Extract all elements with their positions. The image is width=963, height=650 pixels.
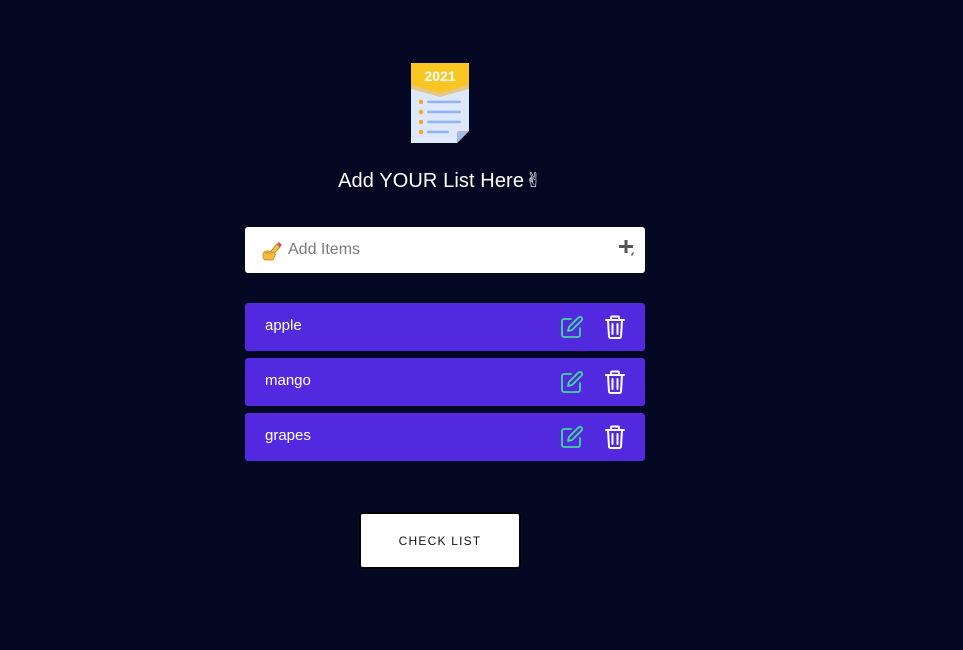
trash-icon[interactable] [604, 425, 626, 449]
plus-icon[interactable] [618, 240, 636, 260]
writing-hand-icon [262, 239, 284, 261]
add-item-input[interactable] [288, 235, 588, 265]
todo-app: 2021 Add YOUR List Here✌ ap [0, 0, 963, 650]
check-list-button[interactable]: CHECK LIST [359, 512, 521, 569]
item-list: apple mango grapes [245, 303, 645, 468]
trash-icon[interactable] [604, 370, 626, 394]
list-item-label: grapes [265, 427, 311, 444]
list-item-label: mango [265, 372, 311, 389]
list-item-label: apple [265, 317, 302, 334]
page-title-text: Add YOUR List Here [338, 170, 525, 192]
edit-icon[interactable] [560, 425, 584, 449]
list-item: mango [245, 358, 645, 406]
edit-icon[interactable] [560, 315, 584, 339]
logo-year-text: 2021 [424, 68, 455, 84]
trash-icon[interactable] [604, 315, 626, 339]
list-item: apple [245, 303, 645, 351]
list-item: grapes [245, 413, 645, 461]
edit-icon[interactable] [560, 370, 584, 394]
victory-hand-icon: ✌ [525, 170, 542, 192]
add-item-bar [245, 227, 645, 273]
calendar-list-icon: 2021 [411, 63, 469, 143]
page-title: Add YOUR List Here✌ [0, 168, 880, 193]
